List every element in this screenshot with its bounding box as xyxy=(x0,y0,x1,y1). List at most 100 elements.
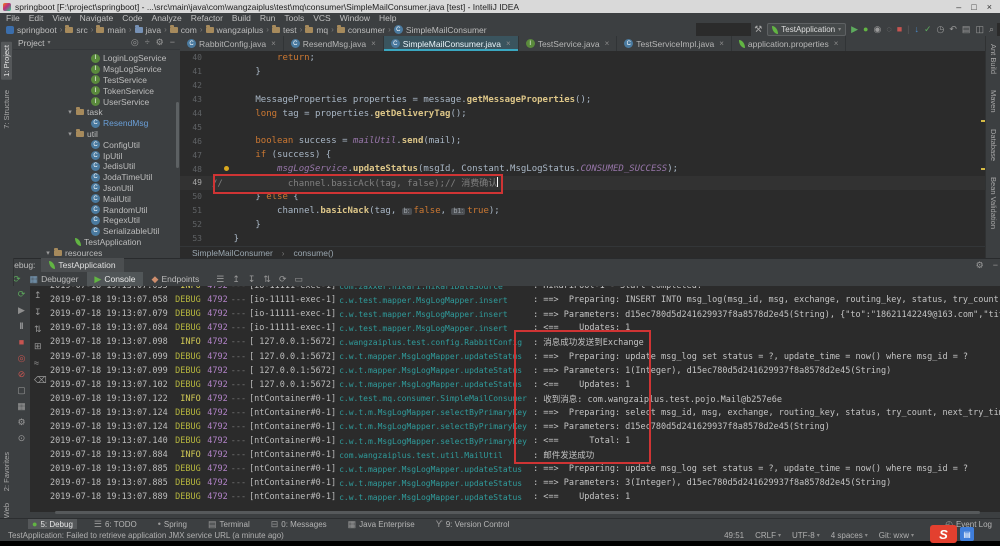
code-line-40[interactable]: 40 return; xyxy=(180,51,985,65)
menu-navigate[interactable]: Navigate xyxy=(80,13,114,23)
stop-icon[interactable]: ■ xyxy=(19,338,24,347)
down-icon[interactable]: ↧ xyxy=(34,308,47,317)
rerun-icon[interactable]: ⟳ xyxy=(18,290,26,299)
window-icon[interactable]: ◫ xyxy=(975,25,984,34)
menu-build[interactable]: Build xyxy=(232,13,251,23)
vcs-icon[interactable]: ϒ xyxy=(436,520,443,529)
tree-item-testapplication[interactable]: TestApplication xyxy=(13,237,180,248)
breadcrumb-item-java[interactable]: java xyxy=(135,25,162,35)
chevron-down-icon[interactable]: ▾ xyxy=(47,39,50,46)
restore-icon[interactable]: ⟳ xyxy=(279,275,287,284)
expand-icon[interactable]: ⊞ xyxy=(34,342,47,351)
spring-icon[interactable]: • xyxy=(158,520,161,529)
commit-icon[interactable]: ✓ xyxy=(924,25,932,34)
target-icon[interactable]: ◎ xyxy=(131,38,139,47)
status-49-51[interactable]: 49:51 xyxy=(724,531,744,540)
menu-edit[interactable]: Edit xyxy=(29,13,44,23)
code-line-44[interactable]: 44 long tag = properties.getDeliveryTag(… xyxy=(180,107,985,121)
tool-strip-web[interactable]: Web xyxy=(2,503,11,518)
tab-simplemailconsumer-java[interactable]: CSimpleMailConsumer.java× xyxy=(384,36,519,51)
tree-item-configutil[interactable]: CConfigUtil xyxy=(13,139,180,150)
tool-strip-maven[interactable]: Maven xyxy=(989,90,998,113)
pause-icon[interactable]: ‖ xyxy=(20,322,24,331)
sort-icon[interactable]: ⇅ xyxy=(263,275,271,284)
debug-session-tab[interactable]: TestApplication xyxy=(41,258,123,272)
hot-icon[interactable]: ≈ xyxy=(34,359,47,368)
project-panel-title[interactable]: Project xyxy=(18,38,44,48)
status-git-wxw[interactable]: Git: wxw▾ xyxy=(879,531,914,540)
menu-run[interactable]: Run xyxy=(260,13,276,23)
tree-item-regexutil[interactable]: CRegexUtil xyxy=(13,215,180,226)
gutter-marker-icon[interactable] xyxy=(224,166,229,171)
expanded-arrow-icon[interactable]: ▾ xyxy=(67,130,73,138)
tab-testservice-java[interactable]: ITestService.java× xyxy=(519,36,618,51)
view-breakpoints-icon[interactable]: ◎ xyxy=(18,354,26,363)
tree-item-serializableutil[interactable]: CSerializableUtil xyxy=(13,226,180,237)
menu-icon[interactable]: ☰ xyxy=(216,275,224,284)
code-line-45[interactable]: 45 xyxy=(180,120,985,134)
tree-item-loginlogservice[interactable]: ILoginLogService xyxy=(13,53,180,64)
menu-file[interactable]: File xyxy=(6,13,20,23)
up-icon[interactable]: ↥ xyxy=(34,291,47,300)
sort-icon[interactable]: ⇅ xyxy=(34,325,47,334)
tool-strip-7-structure[interactable]: 7: Structure xyxy=(2,90,11,129)
tree-item-util[interactable]: ▾util xyxy=(13,129,180,140)
tree-item-task[interactable]: ▾task xyxy=(13,107,180,118)
endpoints-icon[interactable]: ◆ xyxy=(152,275,159,284)
tab-resendmsg-java[interactable]: CResendMsg.java× xyxy=(284,36,384,51)
todo-icon[interactable]: ☰ xyxy=(94,520,102,529)
tab-application-properties[interactable]: application.properties× xyxy=(732,36,846,51)
revert-icon[interactable]: ↶ xyxy=(949,25,957,34)
code-line-42[interactable]: 42 xyxy=(180,79,985,93)
minus-icon[interactable]: − xyxy=(170,38,175,47)
close-icon[interactable]: × xyxy=(506,39,511,48)
layout-icon[interactable]: ▦ xyxy=(17,402,26,411)
code-line-53[interactable]: 53 } xyxy=(180,232,985,246)
minus-icon[interactable]: − xyxy=(993,261,998,270)
tree-item-testservice[interactable]: ITestService xyxy=(13,75,180,86)
screenshot-icon[interactable]: ▢ xyxy=(17,386,26,395)
menu-code[interactable]: Code xyxy=(122,13,142,23)
java-icon[interactable]: ▦ xyxy=(348,520,357,529)
debug-tool-icon[interactable]: ● xyxy=(32,520,37,529)
tool-strip-database[interactable]: Database xyxy=(989,129,998,161)
tree-item-userservice[interactable]: IUserService xyxy=(13,96,180,107)
breadcrumb-item-test[interactable]: test xyxy=(272,25,297,35)
breadcrumb-item-mq[interactable]: mq xyxy=(305,25,328,35)
code-line-51[interactable]: 51 channel.basicNack(tag, b:false, b1:tr… xyxy=(180,204,985,218)
debug-tab-console[interactable]: ▶Console xyxy=(87,272,142,286)
tree-item-randomutil[interactable]: CRandomUtil xyxy=(13,204,180,215)
status-message[interactable]: TestApplication: Failed to retrieve appl… xyxy=(8,531,284,540)
up-icon[interactable]: ↥ xyxy=(232,275,240,284)
profiler-icon[interactable]: ◌ xyxy=(886,25,891,34)
breadcrumb-item-simplemailconsumer[interactable]: CSimpleMailConsumer xyxy=(394,25,487,35)
breadcrumb-item-com[interactable]: com xyxy=(170,25,197,35)
run-config-selector[interactable]: TestApplication▾ xyxy=(767,23,846,36)
hammer-icon[interactable]: ⚒ xyxy=(754,25,762,34)
code-line-41[interactable]: 41 } xyxy=(180,65,985,79)
tree-item-iputil[interactable]: CIpUtil xyxy=(13,150,180,161)
tab-rabbitconfig-java[interactable]: CRabbitConfig.java× xyxy=(180,36,284,51)
sep-icon[interactable]: | xyxy=(907,25,909,34)
terminal-icon[interactable]: ▤ xyxy=(208,520,217,529)
tree-item-jedisutil[interactable]: CJedisUtil xyxy=(13,161,180,172)
status-utf-8[interactable]: UTF-8▾ xyxy=(792,531,820,540)
breadcrumb-method[interactable]: consume() xyxy=(293,248,333,258)
code-line-43[interactable]: 43 MessageProperties properties = messag… xyxy=(180,93,985,107)
breadcrumb-item-src[interactable]: src xyxy=(65,25,87,35)
tree-item-jodatimeutil[interactable]: CJodaTimeUtil xyxy=(13,172,180,183)
search-icon[interactable]: ⌕ xyxy=(989,25,994,34)
close-button[interactable]: × xyxy=(987,2,992,12)
tab-testserviceimpl-java[interactable]: CTestServiceImpl.java× xyxy=(617,36,732,51)
close-icon[interactable]: × xyxy=(834,39,839,48)
run-icon[interactable]: ▶ xyxy=(851,25,858,34)
settings-icon[interactable]: ⚙ xyxy=(17,418,25,427)
status-4-spaces[interactable]: 4 spaces▾ xyxy=(831,531,868,540)
pin-icon[interactable]: ⊙ xyxy=(18,434,26,443)
close-icon[interactable]: × xyxy=(271,39,276,48)
horizontal-scrollbar[interactable] xyxy=(55,511,980,514)
split-icon[interactable]: ÷ xyxy=(145,38,150,47)
code-editor[interactable]: 40 return;41 }4243 MessageProperties pro… xyxy=(180,51,985,246)
tool-strip-bean-validation[interactable]: Bean Validation xyxy=(989,177,998,229)
debug-icon[interactable]: ● xyxy=(863,25,868,34)
